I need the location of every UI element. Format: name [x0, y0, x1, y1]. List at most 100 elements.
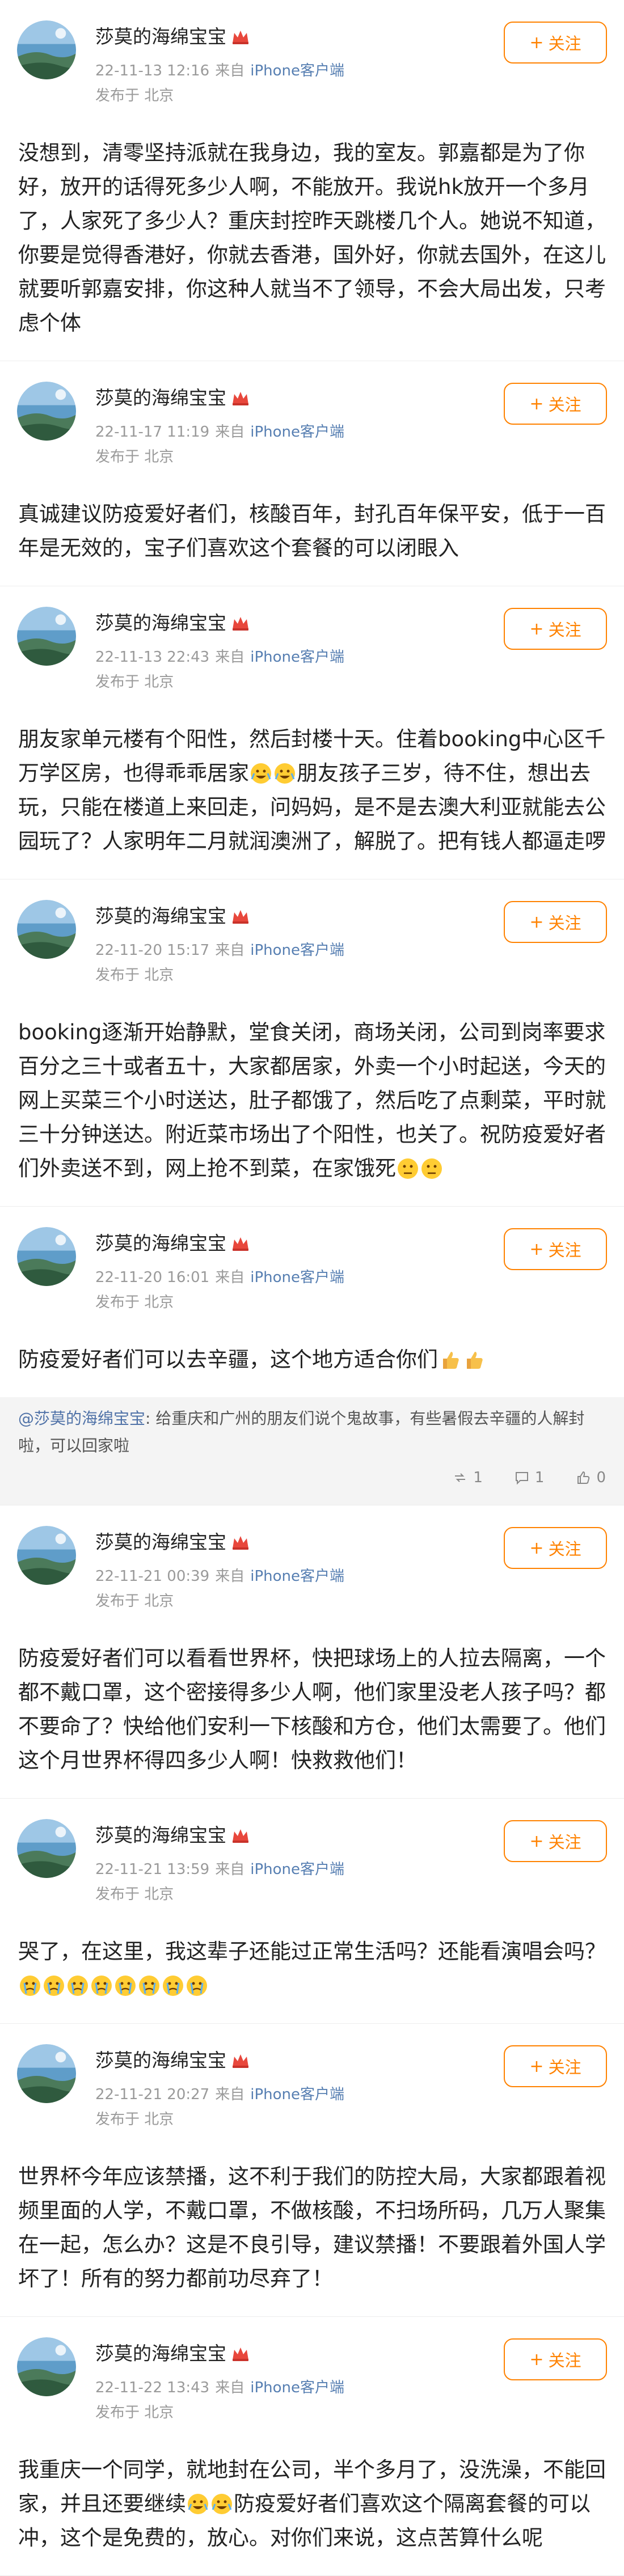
- crown-icon: [231, 1826, 250, 1843]
- post-date: 22-11-13 22:43: [95, 649, 210, 666]
- post-meta: 22-11-22 13:43 来自 iPhone客户端: [95, 2376, 344, 2397]
- avatar[interactable]: [17, 2044, 76, 2103]
- crown-icon: [231, 2345, 250, 2362]
- post-location: 发布于 北京: [95, 674, 174, 691]
- emoji-icon: [210, 2492, 234, 2516]
- follow-button[interactable]: + 关注: [504, 901, 607, 943]
- weibo-post: 莎莫的海绵宝宝 22-11-22 13:43 来自 iPhone客户端 发布于 北京…: [0, 2317, 624, 2576]
- username[interactable]: 莎莫的海绵宝宝: [95, 22, 250, 49]
- username-text: 莎莫的海绵宝宝: [95, 905, 226, 927]
- comment-icon: [515, 1472, 528, 1485]
- post-source[interactable]: iPhone客户端: [250, 1269, 344, 1286]
- post-source[interactable]: iPhone客户端: [250, 1568, 344, 1585]
- username[interactable]: 莎莫的海绵宝宝: [95, 608, 250, 635]
- post-location: 发布于 北京: [95, 1886, 174, 1903]
- avatar[interactable]: [17, 1526, 76, 1585]
- like-count: 0: [596, 1469, 606, 1486]
- emoji-icon: [438, 1347, 462, 1372]
- post-text: 防疫爱好者们可以去辛疆，这个地方适合你们: [0, 1292, 624, 1397]
- weibo-post: 莎莫的海绵宝宝 22-11-20 16:01 来自 iPhone客户端 发布于 北京…: [0, 1207, 624, 1505]
- avatar[interactable]: [17, 20, 76, 79]
- follow-button[interactable]: + 关注: [504, 2338, 607, 2380]
- post-source[interactable]: iPhone客户端: [250, 62, 344, 79]
- username[interactable]: 莎莫的海绵宝宝: [95, 2045, 250, 2072]
- emoji-icon: [185, 1973, 209, 1998]
- post-date: 22-11-20 16:01: [95, 1269, 210, 1286]
- post-date: 22-11-21 00:39: [95, 1568, 210, 1585]
- username[interactable]: 莎莫的海绵宝宝: [95, 1527, 250, 1554]
- source-prefix: 来自: [215, 424, 245, 441]
- follow-label: 关注: [548, 395, 581, 414]
- post-text: 朋友家单元楼有个阳性，然后封楼十天。住着booking中心区千万学区房，也得乖乖…: [0, 671, 624, 879]
- post-source[interactable]: iPhone客户端: [250, 424, 344, 441]
- repost-mention[interactable]: @莎莫的海绵宝宝: [18, 1409, 145, 1428]
- post-meta: 22-11-21 13:59 来自 iPhone客户端: [95, 1858, 344, 1879]
- post-text: 世界杯今年应该禁播，这不利于我们的防控大局，大家都跟着视频里面的人学，不戴口罩，…: [0, 2109, 624, 2316]
- avatar[interactable]: [17, 382, 76, 441]
- emoji-icon: [462, 1347, 486, 1372]
- username[interactable]: 莎莫的海绵宝宝: [95, 1228, 250, 1255]
- follow-label: 关注: [548, 1833, 581, 1852]
- follow-button[interactable]: + 关注: [504, 1527, 607, 1569]
- follow-button[interactable]: + 关注: [504, 2045, 607, 2087]
- follow-button[interactable]: + 关注: [504, 1820, 607, 1862]
- post-source[interactable]: iPhone客户端: [250, 942, 344, 959]
- post-text: booking逐渐开始静默，堂食关闭，商场关闭，公司到岗率要求百分之三十或者五十…: [0, 965, 624, 1206]
- repost-block[interactable]: @莎莫的海绵宝宝: 给重庆和广州的朋友们说个鬼故事，有些暑假去辛疆的人解封啦，可…: [0, 1397, 624, 1505]
- username-text: 莎莫的海绵宝宝: [95, 2049, 226, 2071]
- follow-button[interactable]: + 关注: [504, 383, 607, 425]
- plus-icon: +: [529, 2349, 544, 2370]
- source-prefix: 来自: [215, 649, 245, 666]
- post-meta: 22-11-17 11:19 来自 iPhone客户端: [95, 420, 344, 441]
- username[interactable]: 莎莫的海绵宝宝: [95, 1820, 250, 1847]
- post-date: 22-11-13 12:16: [95, 62, 210, 79]
- avatar[interactable]: [17, 900, 76, 959]
- post-header: 莎莫的海绵宝宝 22-11-20 15:17 来自 iPhone客户端 发布于 北京…: [0, 879, 624, 984]
- comment-count-button[interactable]: 1: [515, 1464, 544, 1491]
- avatar[interactable]: [17, 1227, 76, 1286]
- post-meta: 22-11-21 20:27 来自 iPhone客户端: [95, 2083, 344, 2104]
- username[interactable]: 莎莫的海绵宝宝: [95, 2338, 250, 2366]
- post-location: 发布于 北京: [95, 1593, 174, 1610]
- repost-count-button[interactable]: 1: [453, 1464, 483, 1491]
- avatar[interactable]: [17, 1819, 76, 1878]
- repost-actions: 1 1 0: [18, 1460, 606, 1491]
- emoji-icon: [396, 1156, 420, 1181]
- crown-icon: [231, 2052, 250, 2069]
- follow-button[interactable]: + 关注: [504, 608, 607, 650]
- post-source[interactable]: iPhone客户端: [250, 1861, 344, 1878]
- post-text: 哭了，在这里，我这辈子还能过正常生活吗？还能看演唱会吗？: [0, 1884, 624, 2023]
- post-date: 22-11-17 11:19: [95, 424, 210, 441]
- post-date: 22-11-22 13:43: [95, 2379, 210, 2396]
- avatar[interactable]: [17, 2337, 76, 2396]
- post-text: 防疫爱好者们可以看看世界杯，快把球场上的人拉去隔离，一个都不戴口罩，这个密接得多…: [0, 1591, 624, 1798]
- follow-label: 关注: [548, 34, 581, 53]
- post-header: 莎莫的海绵宝宝 22-11-22 13:43 来自 iPhone客户端 发布于 北京…: [0, 2317, 624, 2421]
- post-location: 发布于 北京: [95, 2111, 174, 2128]
- post-text-main: 世界杯今年应该禁播，这不利于我们的防控大局，大家都跟着视频里面的人学，不戴口罩，…: [18, 2164, 606, 2291]
- emoji-icon: [161, 1973, 185, 1998]
- weibo-post: 莎莫的海绵宝宝 22-11-21 00:39 来自 iPhone客户端 发布于 北京…: [0, 1505, 624, 1799]
- like-count-button[interactable]: 0: [576, 1464, 606, 1491]
- weibo-post: 莎莫的海绵宝宝 22-11-13 22:43 来自 iPhone客户端 发布于 北京…: [0, 586, 624, 879]
- follow-button[interactable]: + 关注: [504, 22, 607, 64]
- username[interactable]: 莎莫的海绵宝宝: [95, 383, 250, 410]
- source-prefix: 来自: [215, 1269, 245, 1286]
- post-meta: 22-11-20 15:17 来自 iPhone客户端: [95, 938, 344, 959]
- repost-icon: [455, 1473, 466, 1482]
- post-header: 莎莫的海绵宝宝 22-11-20 16:01 来自 iPhone客户端 发布于 北京…: [0, 1207, 624, 1311]
- weibo-post: 莎莫的海绵宝宝 22-11-17 11:19 来自 iPhone客户端 发布于 北京…: [0, 361, 624, 586]
- username[interactable]: 莎莫的海绵宝宝: [95, 901, 250, 928]
- like-icon: [577, 1471, 590, 1484]
- post-header: 莎莫的海绵宝宝 22-11-13 22:43 来自 iPhone客户端 发布于 北京…: [0, 586, 624, 691]
- post-source[interactable]: iPhone客户端: [250, 649, 344, 666]
- follow-button[interactable]: + 关注: [504, 1228, 607, 1270]
- emoji-icon: [137, 1973, 161, 1998]
- follow-label: 关注: [548, 2351, 581, 2370]
- post-source[interactable]: iPhone客户端: [250, 2379, 344, 2396]
- post-source[interactable]: iPhone客户端: [250, 2086, 344, 2103]
- avatar[interactable]: [17, 607, 76, 666]
- post-meta: 22-11-21 00:39 来自 iPhone客户端: [95, 1564, 344, 1585]
- plus-icon: +: [529, 32, 544, 53]
- emoji-icon: [90, 1973, 113, 1998]
